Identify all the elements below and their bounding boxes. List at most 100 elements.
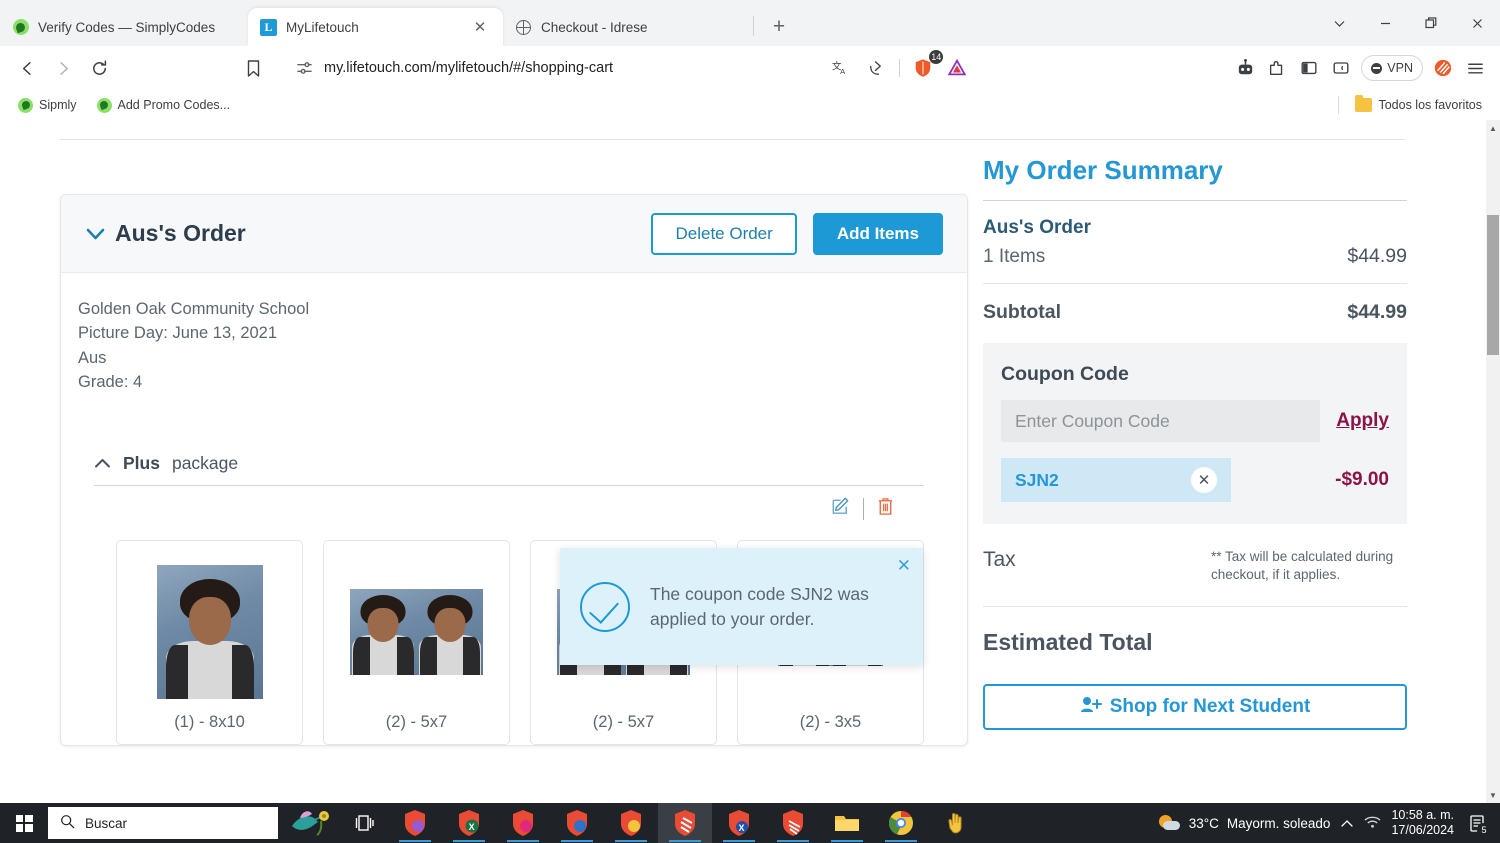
coupon-title: Coupon Code: [1001, 363, 1129, 385]
hummingbird-widget-icon[interactable]: [278, 803, 342, 843]
app-hand-cursor[interactable]: [928, 803, 982, 843]
add-items-button[interactable]: Add Items: [812, 212, 943, 255]
browser-tab-1[interactable]: L MyLifetouch ✕: [248, 8, 503, 46]
taskbar-search[interactable]: Buscar: [48, 807, 278, 839]
app-brave-focused[interactable]: [658, 803, 712, 843]
scrollbar-thumb[interactable]: [1487, 215, 1499, 355]
all-bookmarks-label: Todos los favoritos: [1378, 98, 1482, 112]
trash-icon[interactable]: [876, 496, 895, 522]
delete-order-button[interactable]: Delete Order: [651, 212, 797, 255]
notifications-icon[interactable]: 5: [1464, 810, 1491, 837]
order-card-body: Golden Oak Community School Picture Day:…: [61, 273, 967, 745]
globe-icon: [515, 19, 532, 36]
brave-profile-icon[interactable]: [1428, 53, 1458, 83]
toolbar-right-actions: VPN: [1230, 53, 1490, 83]
bookmark-item-0[interactable]: Sipmly: [10, 95, 85, 116]
maximize-icon[interactable]: [1408, 3, 1454, 43]
url-text: my.lifetouch.com/mylifetouch/#/shopping-…: [324, 60, 614, 76]
edit-pencil-icon[interactable]: [830, 496, 851, 522]
weather-desc: Mayorm. soleado: [1226, 815, 1331, 831]
app-brave-8[interactable]: [766, 803, 820, 843]
bookmark-item-1[interactable]: Add Promo Codes...: [89, 95, 239, 116]
forward-arrow-icon[interactable]: [46, 53, 80, 83]
wifi-icon[interactable]: [1364, 815, 1381, 832]
leo-ai-icon[interactable]: [1230, 53, 1260, 83]
app-brave-1[interactable]: [388, 803, 442, 843]
bookmark-label: Sipmly: [39, 98, 77, 112]
sun-cloud-icon: [1158, 813, 1181, 833]
apply-coupon-link[interactable]: Apply: [1336, 410, 1389, 432]
windows-taskbar: Buscar X X 33°C Mayorm. soleado 10:58 a.…: [0, 803, 1500, 843]
page-scrollbar[interactable]: ▲ ▼: [1486, 120, 1500, 803]
address-bar[interactable]: my.lifetouch.com/mylifetouch/#/shopping-…: [280, 52, 815, 84]
tax-note: ** Tax will be calculated during checkou…: [1211, 549, 1394, 582]
brave-shields-icon[interactable]: 14: [908, 50, 944, 83]
task-view-icon[interactable]: [342, 803, 388, 843]
page-top-divider: [60, 139, 1405, 140]
triangle-extension-icon[interactable]: [942, 53, 972, 83]
order-title: Aus's Order: [115, 220, 246, 246]
clock-time: 10:58 a. m.: [1391, 808, 1454, 822]
back-arrow-icon[interactable]: [10, 53, 44, 83]
shop-next-student-label: Shop for Next Student: [1109, 696, 1311, 717]
all-bookmarks-folder[interactable]: Todos los favoritos: [1347, 95, 1490, 115]
app-chrome[interactable]: [874, 803, 928, 843]
weather-widget[interactable]: 33°C Mayorm. soleado: [1158, 813, 1331, 833]
tab-title: Verify Codes — SimplyCodes: [38, 19, 216, 35]
close-icon[interactable]: ✕: [469, 16, 491, 38]
sidebar-panel-icon[interactable]: [1294, 53, 1324, 83]
svg-text:A: A: [840, 67, 846, 76]
site-settings-icon[interactable]: [294, 53, 314, 83]
share-icon[interactable]: [860, 53, 890, 83]
student-portrait-pair: [350, 589, 483, 676]
package-item[interactable]: (1) - 8x10: [116, 539, 303, 745]
app-brave-3[interactable]: [496, 803, 550, 843]
taskbar-clock[interactable]: 10:58 a. m. 17/06/2024: [1391, 808, 1454, 838]
browser-tab-2[interactable]: Checkout - Idrese: [503, 8, 751, 46]
new-tab-button[interactable]: +: [764, 12, 794, 42]
close-icon[interactable]: ✕: [897, 556, 911, 576]
bookmarks-overflow: Todos los favoritos: [1338, 95, 1490, 115]
app-file-explorer[interactable]: [820, 803, 874, 843]
app-brave-excel[interactable]: X: [442, 803, 496, 843]
order-title-group[interactable]: Aus's Order: [85, 220, 246, 247]
shop-next-student-button[interactable]: Shop for Next Student: [983, 684, 1407, 730]
windows-start-icon[interactable]: [0, 803, 48, 843]
chevron-down-icon[interactable]: [1316, 3, 1362, 43]
minimize-icon[interactable]: [1362, 3, 1408, 43]
applied-coupon-row: SJN2 ✕ -$9.00: [1001, 458, 1389, 502]
chevron-up-icon[interactable]: [94, 457, 111, 471]
extensions-puzzle-icon[interactable]: [1262, 53, 1292, 83]
reload-icon[interactable]: [82, 53, 116, 83]
brave-wallet-icon[interactable]: [1326, 53, 1356, 83]
scroll-down-arrow[interactable]: ▼: [1486, 787, 1500, 803]
package-item[interactable]: (2) - 5x7: [323, 539, 510, 745]
app-brave-7[interactable]: X: [712, 803, 766, 843]
tab-separator: [753, 16, 754, 36]
chevron-down-icon[interactable]: [85, 220, 106, 247]
app-brave-5[interactable]: [604, 803, 658, 843]
scroll-up-arrow[interactable]: ▲: [1486, 120, 1500, 136]
summary-subtotal-row: Subtotal $44.99: [983, 284, 1407, 343]
summary-items-row: 1 Items $44.99: [983, 245, 1407, 283]
subtotal-amount: $44.99: [1347, 301, 1407, 323]
page-viewport: Aus's Order Delete Order Add Items Golde…: [0, 120, 1486, 803]
folder-icon: [1355, 95, 1373, 112]
window-controls: [1316, 0, 1500, 46]
browser-toolbar: my.lifetouch.com/mylifetouch/#/shopping-…: [0, 46, 1500, 90]
screen: Verify Codes — SimplyCodes L MyLifetouch…: [0, 0, 1500, 843]
vpn-button[interactable]: VPN: [1361, 55, 1423, 81]
app-brave-4[interactable]: [550, 803, 604, 843]
close-icon[interactable]: ✕: [1191, 467, 1217, 493]
browser-tab-0[interactable]: Verify Codes — SimplyCodes: [0, 8, 248, 46]
coupon-input[interactable]: [1001, 400, 1321, 442]
close-icon[interactable]: [1454, 3, 1500, 43]
hamburger-menu-icon[interactable]: [1460, 53, 1490, 83]
coupon-section: Coupon Code Apply SJN2 ✕ -$9.00: [983, 343, 1407, 524]
bookmark-icon[interactable]: [238, 53, 268, 83]
applied-coupon-code: SJN2: [1015, 469, 1059, 490]
item-label: (2) - 5x7: [592, 712, 655, 731]
translate-icon[interactable]: 文A: [826, 53, 856, 83]
package-header[interactable]: Plus package: [94, 453, 943, 474]
chevron-up-icon[interactable]: [1340, 816, 1354, 831]
